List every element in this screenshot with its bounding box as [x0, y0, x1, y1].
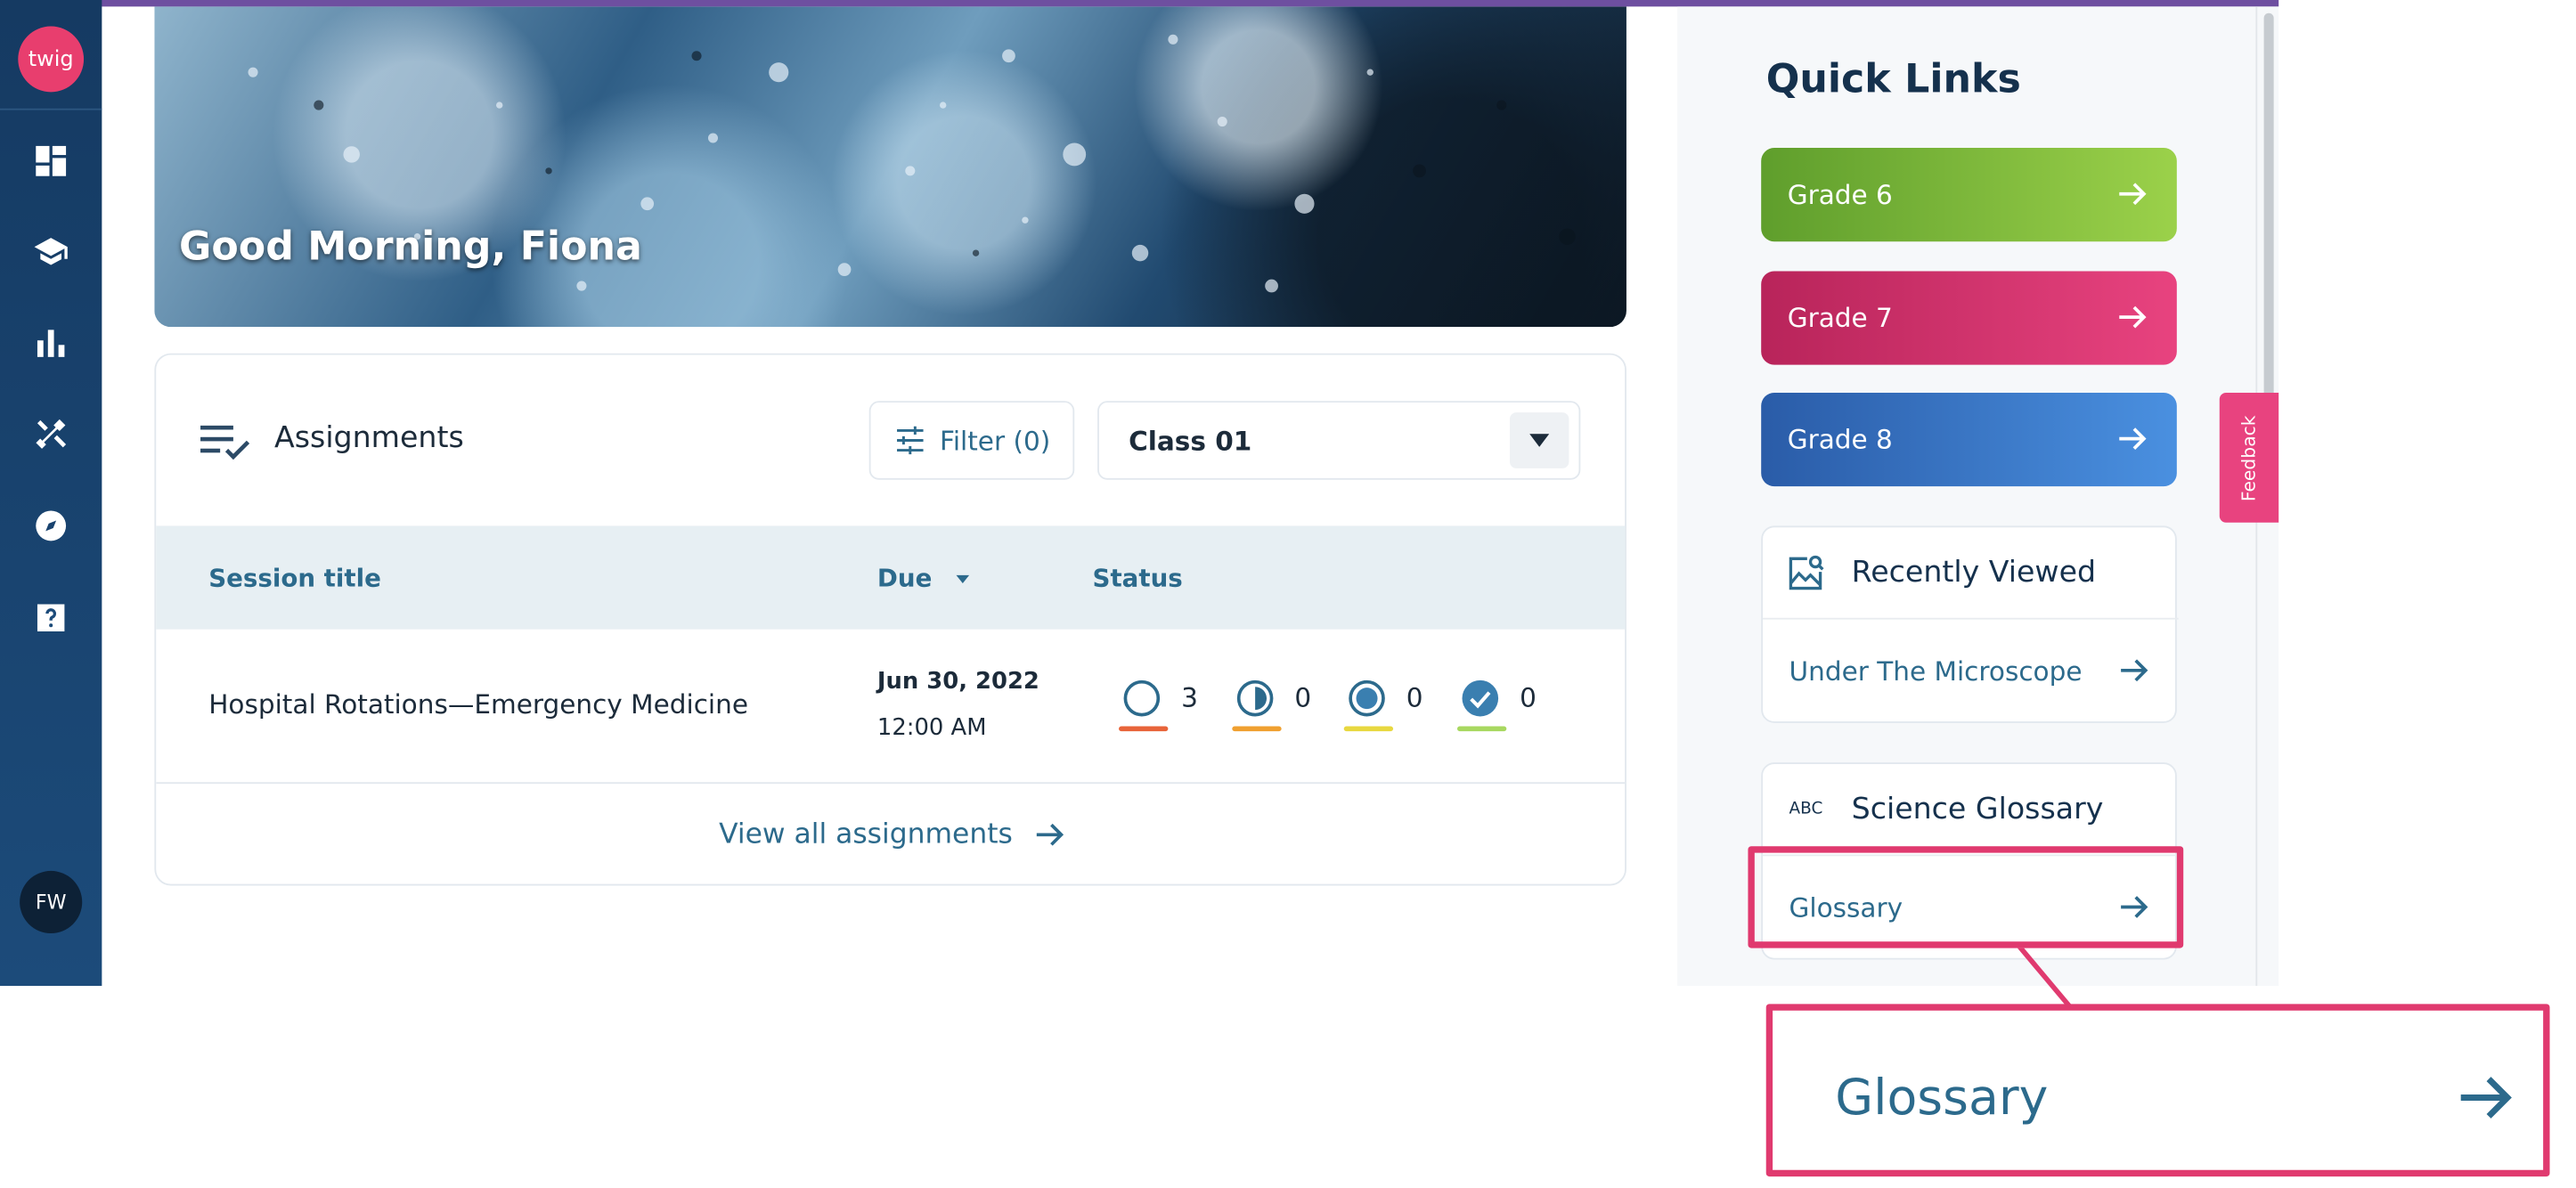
chevron-down-icon[interactable]	[1510, 412, 1569, 468]
assignments-title: Assignments	[274, 420, 464, 456]
half-circle-icon	[1236, 679, 1274, 717]
sort-down-icon	[955, 574, 969, 583]
check-circle-icon	[1462, 679, 1499, 717]
column-due-label: Due	[876, 563, 933, 594]
bar-chart-icon[interactable]	[29, 322, 72, 365]
due-time: 12:00 AM	[876, 714, 987, 742]
arrow-right-icon	[1037, 823, 1064, 846]
grade-6-button[interactable]: Grade 6	[1761, 148, 2177, 242]
column-due[interactable]: Due	[877, 564, 970, 593]
status-underline	[1343, 726, 1394, 732]
feedback-label: Feedback	[2238, 414, 2260, 501]
help-icon[interactable]	[29, 597, 72, 639]
grade-8-button[interactable]: Grade 8	[1761, 392, 2177, 487]
empty-circle-icon	[1123, 679, 1161, 717]
arrow-right-icon	[2460, 1077, 2512, 1119]
under-the-microscope-link[interactable]: Under The Microscope	[1763, 620, 2179, 721]
compass-icon[interactable]	[29, 504, 72, 547]
filter-label: Filter (0)	[939, 424, 1051, 457]
top-accent-bar	[0, 0, 2279, 7]
grade-7-label: Grade 7	[1787, 302, 1893, 334]
checklist-icon	[200, 425, 250, 460]
table-header: Session title Due Status	[156, 525, 1626, 630]
status-count: 3	[1181, 681, 1198, 713]
table-row[interactable]: Hospital Rotations—Emergency Medicine Ju…	[156, 630, 1626, 785]
sliders-icon	[897, 426, 924, 455]
recently-viewed-title: Recently Viewed	[1851, 555, 2097, 590]
recently-viewed-box: Recently Viewed Under The Microscope	[1761, 525, 2179, 723]
twig-logo[interactable]: twig	[18, 26, 85, 93]
feedback-tab[interactable]: Feedback	[2219, 392, 2279, 523]
recently-viewed-header: Recently Viewed	[1763, 527, 2179, 620]
greeting-heading: Good Morning, Fiona	[179, 223, 642, 270]
tools-icon[interactable]	[29, 412, 72, 455]
filter-button[interactable]: Filter (0)	[868, 401, 1075, 480]
view-all-assignments-link[interactable]: View all assignments	[156, 784, 1625, 884]
column-status: Status	[1092, 563, 1183, 594]
status-underline	[1456, 726, 1507, 732]
status-underline	[1232, 726, 1282, 732]
hero-banner	[154, 6, 1626, 328]
column-session-title[interactable]: Session title	[208, 564, 381, 593]
grade-8-label: Grade 8	[1787, 424, 1893, 456]
session-title[interactable]: Hospital Rotations—Emergency Medicine	[208, 688, 748, 720]
abc-icon: ABC	[1789, 800, 1823, 818]
user-avatar[interactable]: FW	[20, 870, 83, 934]
status-count: 0	[1294, 681, 1312, 713]
view-all-label: View all assignments	[719, 818, 1013, 851]
zoom-glossary-label: Glossary	[1835, 1070, 2049, 1127]
science-glossary-title: Science Glossary	[1851, 792, 2104, 827]
glossary-zoom-callout: Glossary	[1765, 1004, 2550, 1177]
science-glossary-header: ABC Science Glossary	[1763, 764, 2179, 857]
image-search-icon	[1789, 555, 1824, 590]
arrow-right-icon	[2119, 183, 2147, 206]
class-select-value: Class 01	[1129, 424, 1252, 457]
status-count: 0	[1406, 681, 1423, 713]
status-count: 0	[1520, 681, 1537, 713]
dashboard-icon[interactable]	[29, 140, 72, 183]
class-select[interactable]: Class 01	[1097, 401, 1581, 480]
status-underline	[1119, 726, 1169, 732]
glossary-highlight	[1748, 846, 2184, 948]
arrow-right-icon	[2121, 659, 2148, 682]
hero-texture	[248, 34, 1576, 293]
grade-7-button[interactable]: Grade 7	[1761, 271, 2177, 365]
arrow-right-icon	[2119, 305, 2147, 329]
filled-circle-icon	[1349, 679, 1385, 717]
recently-viewed-link-label: Under The Microscope	[1789, 655, 2083, 687]
sidebar-divider	[0, 108, 102, 110]
arrow-right-icon	[2119, 427, 2147, 451]
grade-6-label: Grade 6	[1787, 179, 1893, 211]
graduation-cap-icon[interactable]	[29, 230, 72, 273]
quick-links-title: Quick Links	[1765, 55, 2021, 102]
sidebar: twig FW	[0, 0, 102, 987]
assignments-card: Assignments Filter (0) Class 01 Session …	[154, 353, 1626, 886]
due-date: Jun 30, 2022	[876, 668, 1039, 696]
